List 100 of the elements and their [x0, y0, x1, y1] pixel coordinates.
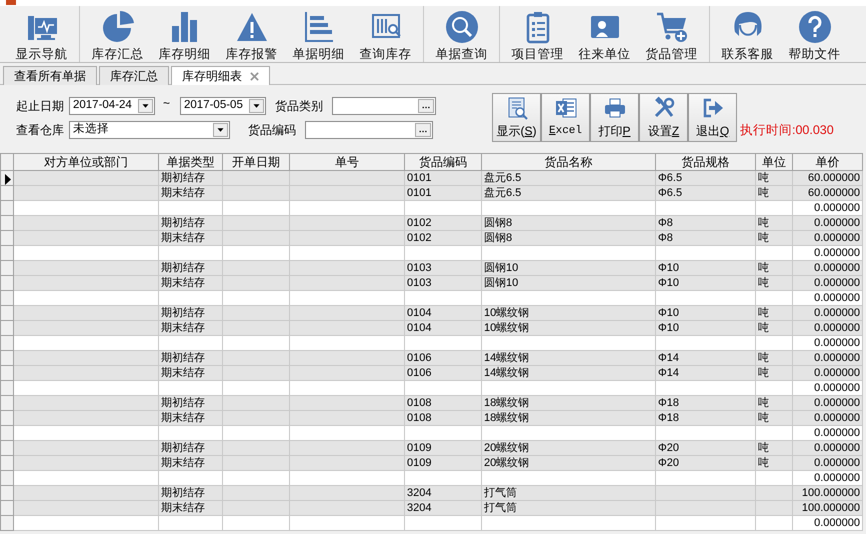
- app-icon: [6, 0, 16, 5]
- text-field[interactable]: [305, 121, 433, 139]
- table-cell: 期末结存: [158, 456, 222, 470]
- table-cell: 0106: [404, 350, 482, 366]
- table-cell: Φ10: [656, 320, 756, 336]
- table-cell: Φ6.5: [656, 170, 756, 186]
- table-cell: 期初结存: [158, 396, 222, 410]
- table-cell: 打气筒: [482, 500, 656, 516]
- toolbar-button[interactable]: Excel: [541, 93, 590, 142]
- table-cell: 圆钢8: [482, 230, 656, 246]
- table-cell: 吨: [756, 276, 792, 290]
- table-cell: 0.000000: [792, 440, 862, 456]
- table-cell: 0101: [404, 186, 482, 200]
- cart-plus-icon: [654, 10, 688, 44]
- toolbar-button[interactable]: 帮助文件: [781, 6, 848, 62]
- tab[interactable]: 库存明细表: [171, 66, 270, 85]
- table-cell: 吨: [756, 186, 792, 200]
- table-cell: 期初结存: [158, 260, 222, 276]
- column-header[interactable]: 单据类型: [158, 154, 222, 170]
- toolbar-button[interactable]: 退出Q: [688, 93, 737, 142]
- column-header[interactable]: 货品名称: [482, 154, 656, 170]
- tab[interactable]: 查看所有单据: [3, 66, 97, 85]
- table-cell: 60.000000: [792, 186, 862, 200]
- toolbar-button[interactable]: 库存报警: [218, 6, 285, 62]
- toolbar-button[interactable]: 库存明细: [151, 6, 218, 62]
- close-icon[interactable]: [250, 72, 259, 80]
- table-cell: 0.000000: [792, 350, 862, 366]
- column-header[interactable]: 单位: [756, 154, 792, 170]
- toolbar-button[interactable]: 设置Z: [639, 93, 688, 142]
- toolbar-button[interactable]: 货品管理: [638, 6, 705, 62]
- toolbar-button[interactable]: 单据查询: [428, 6, 495, 62]
- table-cell: Φ20: [656, 456, 756, 470]
- table-cell: 0103: [404, 276, 482, 290]
- toolbar-button[interactable]: 打印P: [590, 93, 639, 142]
- toolbar-button[interactable]: 项目管理: [504, 6, 571, 62]
- table-cell: 0.000000: [792, 276, 862, 290]
- table-cell: Φ10: [656, 260, 756, 276]
- field-label: 货品类别: [275, 98, 324, 115]
- table-cell: 期末结存: [158, 230, 222, 246]
- table-cell: 期末结存: [158, 320, 222, 336]
- table-cell: Φ8: [656, 216, 756, 230]
- column-header[interactable]: 开单日期: [222, 154, 290, 170]
- table-cell: 0101: [404, 170, 482, 186]
- table-cell: 0104: [404, 320, 482, 336]
- field-label: 起止日期: [16, 98, 64, 115]
- text-field[interactable]: [332, 97, 436, 115]
- table-cell: 0104: [404, 306, 482, 320]
- table-cell: 吨: [756, 456, 792, 470]
- table-cell: Φ8: [656, 230, 756, 246]
- column-header[interactable]: 对方单位或部门: [14, 154, 158, 170]
- table-cell: 吨: [756, 320, 792, 336]
- table-cell: 0102: [404, 230, 482, 246]
- table-cell: 0.000000: [792, 320, 862, 336]
- ellipsis-icon[interactable]: [418, 99, 434, 113]
- toolbar-button[interactable]: 单据明细: [285, 6, 352, 62]
- table-cell: 20螺纹钢: [482, 456, 656, 470]
- table-cell: 吨: [756, 230, 792, 246]
- table-cell: 期初结存: [158, 216, 222, 230]
- tab[interactable]: 库存汇总: [99, 66, 169, 85]
- table-cell: 期末结存: [158, 366, 222, 380]
- toolbar-button[interactable]: 显示导航: [8, 6, 75, 62]
- table-cell: 10螺纹钢: [482, 306, 656, 320]
- toolbar-button[interactable]: 查询库存: [352, 6, 419, 62]
- date-separator: ~: [163, 95, 170, 112]
- table-cell: 0.000000: [792, 366, 862, 380]
- column-header[interactable]: 货品编码: [404, 154, 482, 170]
- table-cell: 吨: [756, 396, 792, 410]
- toolbar-button[interactable]: 库存汇总: [84, 6, 151, 62]
- table-cell: 吨: [756, 170, 792, 186]
- table-cell: 0.000000: [792, 516, 862, 530]
- table-cell: 吨: [756, 260, 792, 276]
- search-icon: [444, 10, 478, 44]
- field-label: 查看仓库: [16, 122, 64, 139]
- column-header[interactable]: 货品规格: [656, 154, 756, 170]
- toolbar-button[interactable]: 显示(S): [492, 93, 541, 142]
- ellipsis-icon[interactable]: [415, 123, 431, 137]
- row-header[interactable]: [0, 170, 14, 186]
- table-cell: 期末结存: [158, 276, 222, 290]
- toolbar-button[interactable]: 往来单位: [571, 6, 638, 62]
- table-cell: 18螺纹钢: [482, 396, 656, 410]
- table-cell: 期末结存: [158, 500, 222, 516]
- table-cell: 0.000000: [792, 456, 862, 470]
- table-cell: 0.000000: [792, 216, 862, 230]
- date-field[interactable]: 2017-05-05: [180, 97, 266, 115]
- table-cell: 吨: [756, 366, 792, 380]
- table-cell: 期初结存: [158, 306, 222, 320]
- table-cell: Φ18: [656, 396, 756, 410]
- table-cell: 期末结存: [158, 186, 222, 200]
- table-cell: 吨: [756, 410, 792, 426]
- table-cell: 20螺纹钢: [482, 440, 656, 456]
- table-cell: 0108: [404, 396, 482, 410]
- table-cell: Φ6.5: [656, 186, 756, 200]
- warehouse-dropdown[interactable]: 未选择: [69, 121, 230, 139]
- date-field[interactable]: 2017-04-24: [69, 97, 155, 115]
- column-header[interactable]: 单价: [792, 154, 862, 170]
- toolbar-button[interactable]: 联系客服: [714, 6, 781, 62]
- column-header[interactable]: 单号: [290, 154, 404, 170]
- table-cell: 圆钢10: [482, 276, 656, 290]
- table-cell: 吨: [756, 306, 792, 320]
- table-cell: 3204: [404, 500, 482, 516]
